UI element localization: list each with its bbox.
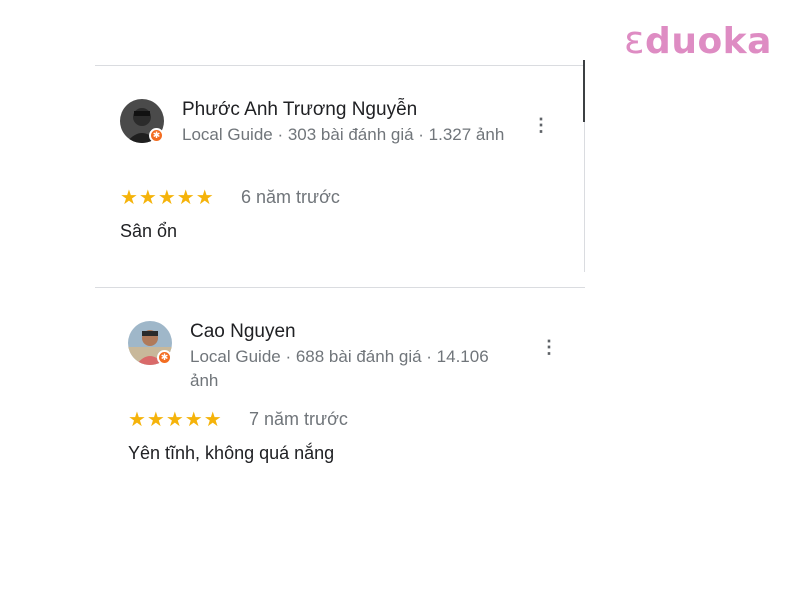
review-text: Sân ổn — [120, 221, 178, 241]
panel-right-edge — [584, 122, 585, 272]
review-date: 7 năm trước — [249, 409, 348, 429]
local-guide-badge-icon: ✱ — [149, 128, 164, 143]
reviewer-name[interactable]: Cao Nguyen — [190, 321, 296, 343]
scrollbar[interactable] — [583, 60, 585, 122]
star-rating: ★★★★★ — [128, 409, 223, 431]
local-guide-badge-icon: ✱ — [157, 350, 172, 365]
review-date: 6 năm trước — [241, 187, 340, 207]
star-rating: ★★★★★ — [120, 187, 215, 209]
review-text: Yên tĩnh, không quá nắng — [128, 443, 335, 463]
reviewer-meta: Local Guide · 688 bài đánh giá · 14.106 … — [190, 347, 489, 390]
more-vert-icon[interactable]: ⋮ — [532, 115, 550, 135]
reviewer-name[interactable]: Phước Anh Trương Nguyễn — [182, 99, 417, 121]
logo-initial-glyph: ε — [624, 18, 646, 62]
eduoka-logo: εduoka — [624, 18, 772, 64]
reviewer-meta: Local Guide · 303 bài đánh giá · 1.327 ả… — [182, 125, 505, 144]
top-divider — [95, 65, 585, 66]
logo-text: duoka — [645, 21, 772, 62]
review-divider — [95, 287, 585, 288]
more-vert-icon[interactable]: ⋮ — [540, 337, 558, 357]
